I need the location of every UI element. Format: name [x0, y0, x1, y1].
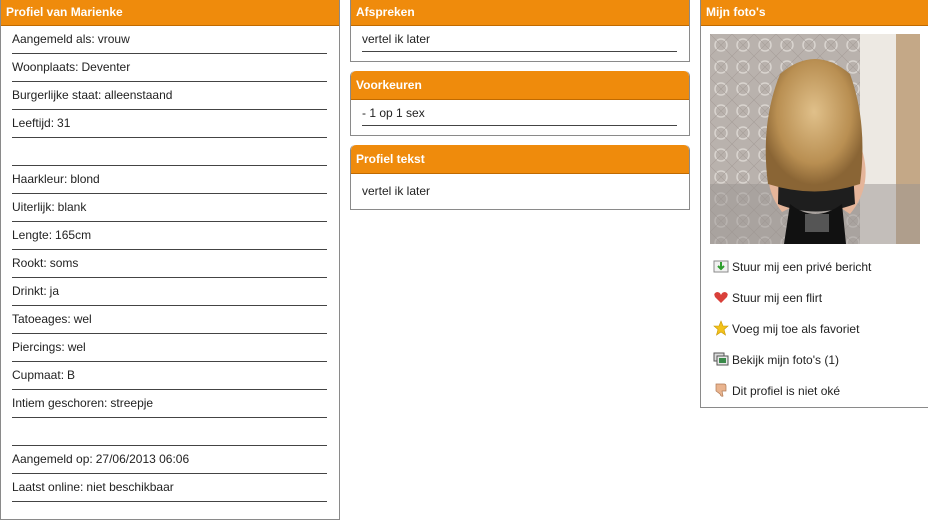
row-label: Intiem geschoren: [12, 396, 108, 410]
heart-icon [713, 289, 729, 305]
row-value: wel [73, 312, 92, 326]
report-profile-label: Dit profiel is niet oké [732, 384, 841, 398]
profile-row: Burgerlijke staat: alleenstaand [12, 82, 327, 110]
profile-row: Laatst online: niet beschikbaar [12, 474, 327, 502]
row-label: Burgerlijke staat: [12, 88, 102, 102]
row-label: Leeftijd: [12, 116, 55, 130]
profile-row: Aangemeld op: 27/06/2013 06:06 [12, 446, 327, 474]
add-favorite-button[interactable]: Voeg mij toe als favoriet [713, 319, 859, 339]
profile-row: Tatoeages: wel [12, 306, 327, 334]
profile-row: Haarkleur: blond [12, 166, 327, 194]
profile-row: Drinkt: ja [12, 278, 327, 306]
profile-row: Cupmaat: B [12, 362, 327, 390]
send-private-message-button[interactable]: Stuur mij een privé bericht [713, 257, 871, 277]
thumbs-down-icon [713, 382, 729, 398]
row-value: streepje [110, 396, 154, 410]
profile-row: Uiterlijk: blank [12, 194, 327, 222]
profile-row: Aangemeld als: vrouw [12, 26, 327, 54]
afspreken-value: vertel ik later [362, 28, 677, 52]
row-label: Woonplaats: [12, 60, 79, 74]
row-value: wel [67, 340, 86, 354]
view-photos-button[interactable]: Bekijk mijn foto's (1) [713, 350, 839, 370]
row-label: Laatst online: [12, 480, 84, 494]
profile-photo-image [710, 34, 920, 244]
profiel-tekst-panel: Profiel tekst vertel ik later [350, 145, 690, 210]
profile-row: Piercings: wel [12, 334, 327, 362]
row-label: Uiterlijk: [12, 200, 55, 214]
profile-title: Profiel van Marienke [1, 0, 339, 26]
send-flirt-label: Stuur mij een flirt [732, 291, 823, 305]
profiel-tekst-title: Profiel tekst [351, 145, 689, 174]
profile-row: Woonplaats: Deventer [12, 54, 327, 82]
send-flirt-button[interactable]: Stuur mij een flirt [713, 288, 822, 308]
row-value: Deventer [81, 60, 131, 74]
row-label: Tatoeages: [12, 312, 71, 326]
profile-row: Leeftijd: 31 [12, 110, 327, 138]
row-label: Cupmaat: [12, 368, 65, 382]
profile-photo[interactable] [710, 34, 920, 244]
row-label: Aangemeld als: [12, 32, 95, 46]
add-favorite-label: Voeg mij toe als favoriet [732, 322, 860, 336]
row-value: soms [49, 256, 79, 270]
photos-icon [713, 351, 729, 367]
star-icon [713, 320, 729, 336]
row-value: blank [57, 200, 87, 214]
row-value: 27/06/2013 06:06 [95, 452, 190, 466]
profile-row-empty [12, 138, 327, 166]
row-value: alleenstaand [104, 88, 173, 102]
row-label: Aangemeld op: [12, 452, 93, 466]
row-label: Piercings: [12, 340, 65, 354]
afspreken-title: Afspreken [351, 0, 689, 26]
profile-panel: Profiel van Marienke Aangemeld als: vrouw… [0, 0, 340, 520]
send-private-message-label: Stuur mij een privé bericht [732, 260, 872, 274]
message-icon [713, 258, 729, 274]
voorkeuren-title: Voorkeuren [351, 71, 689, 100]
voorkeuren-panel: Voorkeuren - 1 op 1 sex [350, 71, 690, 136]
profile-details: Aangemeld als: vrouw Woonplaats: Deventer … [1, 26, 339, 502]
row-value: B [67, 368, 76, 382]
afspreken-panel: Afspreken vertel ik later [350, 0, 690, 62]
profile-row: Intiem geschoren: streepje [12, 390, 327, 418]
row-value: vrouw [97, 32, 130, 46]
profiel-tekst-value: vertel ik later [362, 184, 431, 198]
row-label: Haarkleur: [12, 172, 68, 186]
view-photos-label: Bekijk mijn foto's (1) [732, 353, 839, 367]
row-value: ja [49, 284, 60, 298]
profile-row-empty [12, 418, 327, 446]
photos-panel: Mijn foto's Stuur mij een privé bericht … [700, 0, 928, 408]
profile-row: Lengte: 165cm [12, 222, 327, 250]
voorkeuren-value: - 1 op 1 sex [362, 102, 677, 126]
report-profile-button[interactable]: Dit profiel is niet oké [713, 381, 840, 401]
row-label: Lengte: [12, 228, 53, 242]
row-value: 31 [57, 116, 71, 130]
profile-row: Rookt: soms [12, 250, 327, 278]
photos-title: Mijn foto's [701, 0, 928, 26]
row-label: Drinkt: [12, 284, 47, 298]
row-value: blond [70, 172, 100, 186]
row-value: niet beschikbaar [86, 480, 174, 494]
row-value: 165cm [55, 228, 92, 242]
row-label: Rookt: [12, 256, 47, 270]
